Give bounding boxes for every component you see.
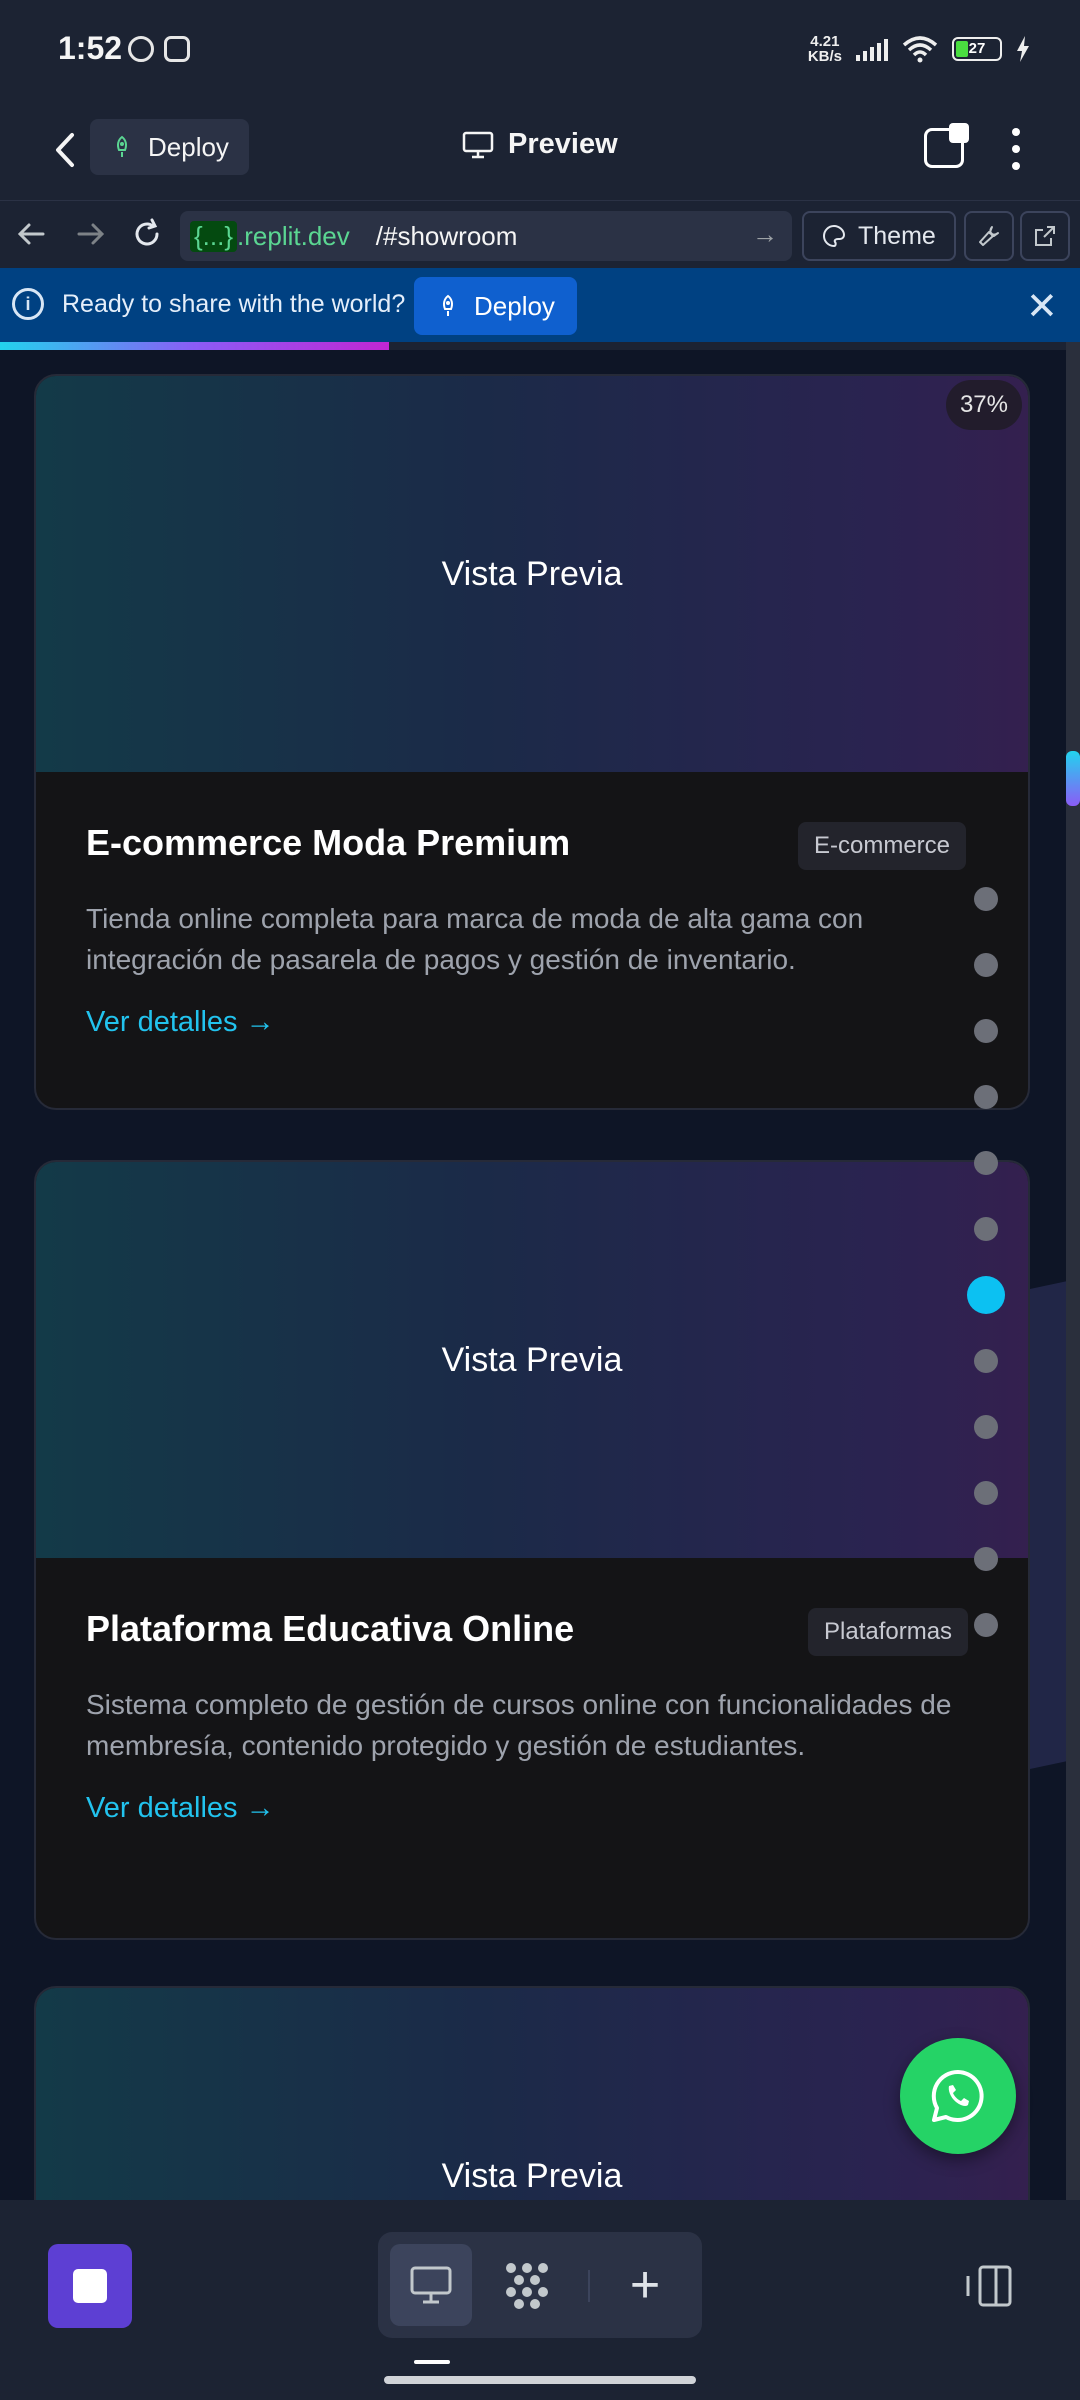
url-host: .replit.dev bbox=[237, 220, 350, 251]
whatsapp-notification-icon bbox=[128, 36, 154, 62]
card-thumbnail[interactable]: Vista Previa bbox=[36, 1988, 1028, 2200]
banner-deploy-label: Deploy bbox=[474, 290, 555, 321]
bottom-toolbar: + bbox=[0, 2200, 1080, 2400]
nav-dot[interactable] bbox=[974, 1019, 998, 1043]
external-link-icon bbox=[1035, 226, 1055, 246]
card-thumbnail[interactable]: Vista Previa 37% bbox=[36, 376, 1028, 772]
nav-dot[interactable] bbox=[974, 1613, 998, 1637]
back-arrow-icon bbox=[56, 133, 74, 167]
nav-dot[interactable] bbox=[974, 887, 998, 911]
card-tag: Plataformas bbox=[808, 1608, 969, 1656]
scroll-progress-fill bbox=[0, 342, 389, 350]
info-icon: i bbox=[12, 288, 44, 320]
open-external-button[interactable] bbox=[1020, 211, 1070, 261]
scroll-progress-bar bbox=[0, 342, 1080, 350]
project-card: Vista Previa bbox=[34, 1986, 1030, 2200]
nav-dot[interactable] bbox=[974, 1481, 998, 1505]
theme-button[interactable]: Theme bbox=[802, 211, 956, 261]
app-header: Deploy Preview bbox=[0, 100, 1080, 200]
nav-dot[interactable] bbox=[974, 1415, 998, 1439]
card-body: Plataforma Educativa Online Plataformas … bbox=[36, 1558, 1028, 1865]
card-preview-label: Vista Previa bbox=[441, 1340, 623, 1379]
nav-dot-active[interactable] bbox=[967, 1276, 1005, 1314]
status-indicators: 4.21 KB/s 27 bbox=[808, 34, 1030, 64]
banner-deploy-button[interactable]: Deploy bbox=[414, 277, 577, 335]
charging-icon bbox=[1017, 36, 1029, 62]
browser-forward-button[interactable] bbox=[68, 211, 114, 257]
section-nav-dots bbox=[967, 887, 1005, 1679]
add-tab-button[interactable]: + bbox=[604, 2244, 686, 2326]
tabs-icon[interactable] bbox=[924, 123, 969, 168]
webview: Vista Previa 37% E-commerce Moda Premium… bbox=[0, 342, 1080, 2200]
rocket-icon bbox=[443, 294, 453, 316]
url-toolbar: {...} .replit.dev /#showroom → Theme bbox=[0, 200, 1080, 268]
wrench-icon bbox=[979, 226, 999, 246]
card-preview-label: Vista Previa bbox=[441, 2157, 623, 2195]
whatsapp-button[interactable] bbox=[900, 2038, 1016, 2154]
active-indicator bbox=[414, 2360, 450, 2364]
nav-dot[interactable] bbox=[974, 1547, 998, 1571]
close-icon[interactable]: ✕ bbox=[1026, 284, 1058, 329]
url-path: /#showroom bbox=[375, 220, 518, 251]
preview-title[interactable]: Preview bbox=[462, 128, 618, 161]
grid-dots-icon bbox=[506, 2263, 548, 2309]
view-details-link[interactable]: Ver detalles → bbox=[86, 1792, 275, 1825]
workspace-view-button[interactable] bbox=[486, 2244, 568, 2326]
card-description: Tienda online completa para marca de mod… bbox=[86, 903, 864, 975]
stop-button[interactable] bbox=[48, 2244, 132, 2328]
reload-button[interactable] bbox=[124, 211, 170, 257]
status-time: 1:52 bbox=[58, 30, 123, 66]
battery-icon: 27 bbox=[952, 37, 1002, 61]
scrollbar-track[interactable] bbox=[1066, 342, 1080, 2200]
project-card: Vista Previa 37% E-commerce Moda Premium… bbox=[34, 374, 1030, 1110]
reload-icon bbox=[135, 218, 159, 246]
nav-dot[interactable] bbox=[974, 1151, 998, 1175]
browser-back-button[interactable] bbox=[8, 211, 54, 257]
home-indicator[interactable] bbox=[384, 2376, 696, 2384]
signal-icon bbox=[856, 37, 888, 61]
network-speed: 4.21 KB/s bbox=[807, 33, 842, 65]
palette-icon bbox=[823, 224, 846, 248]
wifi-icon bbox=[902, 36, 938, 63]
nav-dot[interactable] bbox=[974, 1085, 998, 1109]
url-input[interactable]: {...} .replit.dev /#showroom → bbox=[180, 211, 792, 261]
nav-dot[interactable] bbox=[974, 1349, 998, 1373]
card-body: E-commerce Moda Premium E-commerce Tiend… bbox=[36, 772, 1028, 1079]
whatsapp-icon bbox=[931, 2069, 984, 2122]
panel-icon[interactable] bbox=[964, 2264, 1014, 2308]
arrow-right-icon bbox=[77, 223, 105, 245]
banner-message: Ready to share with the world? bbox=[62, 290, 406, 318]
instagram-notification-icon bbox=[164, 36, 190, 62]
view-switcher: + bbox=[378, 2232, 702, 2338]
preview-view-button[interactable] bbox=[390, 2244, 472, 2326]
deploy-chip-label: Deploy bbox=[148, 131, 229, 162]
more-vertical-icon[interactable] bbox=[1006, 124, 1026, 174]
plus-icon: + bbox=[629, 2256, 661, 2314]
card-preview-label: Vista Previa bbox=[441, 554, 623, 593]
theme-label: Theme bbox=[858, 221, 936, 250]
view-details-link[interactable]: Ver detalles → bbox=[86, 1006, 275, 1039]
card-tag: E-commerce bbox=[798, 822, 967, 870]
rocket-icon bbox=[117, 135, 127, 157]
deploy-chip-button[interactable]: Deploy bbox=[90, 119, 249, 175]
nav-dot[interactable] bbox=[974, 953, 998, 977]
stop-icon bbox=[73, 2269, 107, 2303]
devtools-button[interactable] bbox=[964, 211, 1014, 261]
card-description: Sistema completo de gestión de cursos on… bbox=[86, 1689, 952, 1761]
monitor-icon bbox=[462, 131, 494, 158]
arrow-left-icon bbox=[17, 223, 45, 245]
project-card: Vista Previa Plataforma Educativa Online… bbox=[34, 1160, 1030, 1940]
preview-title-label: Preview bbox=[508, 128, 618, 160]
scrollbar-thumb[interactable] bbox=[1066, 750, 1080, 807]
progress-badge: 37% bbox=[945, 380, 1022, 430]
nav-dot[interactable] bbox=[974, 1217, 998, 1241]
go-arrow-icon[interactable]: → bbox=[752, 219, 778, 250]
back-button[interactable] bbox=[40, 125, 90, 175]
switcher-divider bbox=[588, 2270, 590, 2302]
card-thumbnail[interactable]: Vista Previa bbox=[36, 1162, 1028, 1558]
status-bar: 1:52 4.21 KB/s 27 bbox=[0, 0, 1080, 100]
deploy-banner: i Ready to share with the world? Deploy … bbox=[0, 268, 1080, 342]
url-braces: {...} bbox=[190, 220, 238, 252]
monitor-icon bbox=[410, 2266, 452, 2304]
